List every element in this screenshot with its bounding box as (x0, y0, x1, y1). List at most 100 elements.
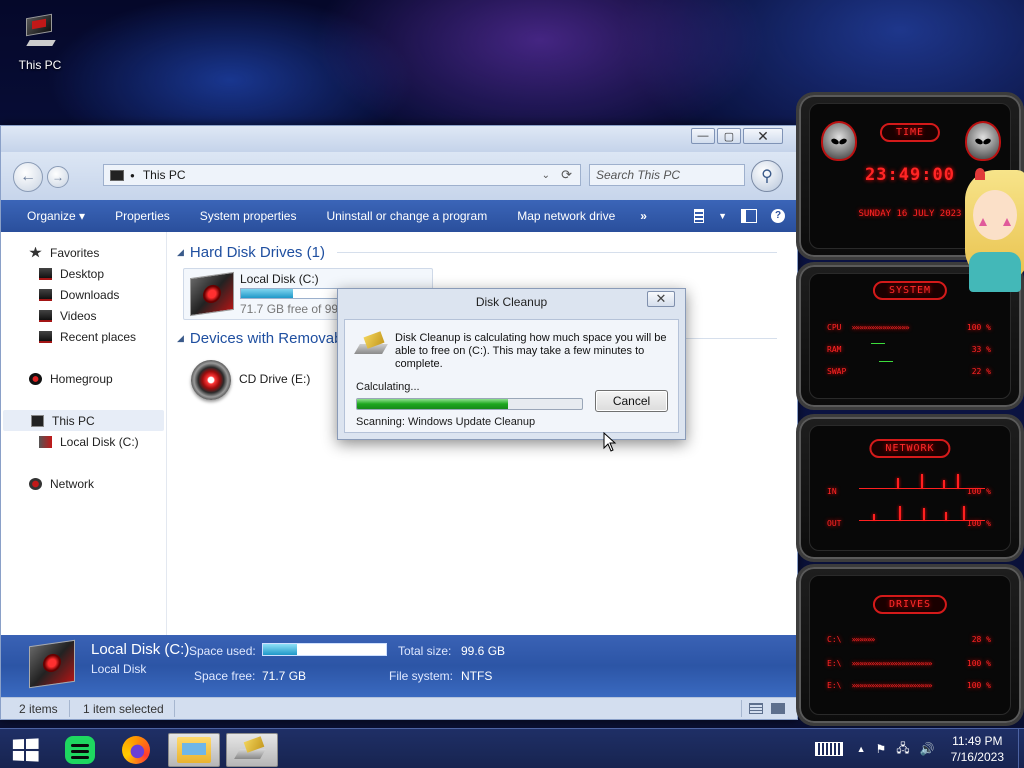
taskbar-file-explorer[interactable] (168, 733, 220, 767)
details-view-icon[interactable] (749, 703, 763, 714)
chevron-down-icon[interactable]: ⌄ (542, 170, 550, 181)
net-out-label: OUT (827, 519, 842, 528)
chevron-down-icon[interactable]: ▼ (718, 211, 727, 221)
cpu-bars: »»»»»»»»»»»»»»» (851, 323, 909, 332)
system-properties-button[interactable]: System properties (185, 209, 312, 223)
this-pc-desktop-icon[interactable]: This PC (14, 13, 66, 72)
nav-item-favorites[interactable]: Favorites (1, 242, 166, 263)
search-input[interactable]: Search This PC (589, 164, 745, 186)
downloads-folder-icon (39, 288, 52, 301)
drive-value: 100 % (966, 659, 991, 668)
show-desktop-button[interactable] (1018, 729, 1024, 768)
nav-item-desktop[interactable]: Desktop (1, 263, 166, 284)
net-in-graph (859, 474, 985, 489)
refresh-icon[interactable]: ⟳ (561, 167, 572, 183)
title-bar[interactable]: — ▢ ✕ (1, 126, 797, 152)
arrow-right-icon: → (52, 170, 64, 184)
more-commands-button[interactable]: » (630, 209, 657, 223)
back-button[interactable]: ← (13, 162, 43, 192)
properties-button[interactable]: Properties (100, 209, 185, 223)
homegroup-icon (29, 372, 42, 385)
breadcrumb-separator-icon: ● (130, 170, 135, 180)
nav-item-local-disk[interactable]: Local Disk (C:) (1, 431, 166, 452)
ram-value: 33 % (971, 345, 991, 354)
drive-value: 28 % (971, 635, 991, 644)
taskbar-disk-cleanup[interactable] (226, 733, 278, 767)
details-pane: Local Disk (C:) Local Disk Space used: S… (1, 635, 797, 697)
nav-label: Videos (60, 308, 97, 323)
taskbar-clock[interactable]: 11:49 PM 7/16/2023 (951, 733, 1004, 765)
net-out-graph (859, 506, 985, 521)
hard-drive-icon (39, 435, 52, 448)
nav-label: This PC (52, 413, 95, 428)
search-button[interactable]: ⚲ (751, 160, 783, 192)
taskbar: ▲ ⚑ 🖧 🔊 11:49 PM 7/16/2023 (0, 728, 1024, 768)
forward-button[interactable]: → (47, 166, 69, 188)
drive-value: 100 % (966, 681, 991, 690)
arrow-left-icon: ← (20, 168, 36, 185)
disk-cleanup-dialog: Disk Cleanup ✕ Disk Cleanup is calculati… (337, 288, 686, 440)
computer-icon (110, 169, 124, 181)
details-subtitle: Local Disk (91, 662, 147, 676)
nav-item-network[interactable]: Network (1, 473, 166, 494)
action-center-flag-icon[interactable]: ⚑ (876, 742, 887, 756)
start-button[interactable] (12, 738, 39, 762)
widget-title: NETWORK (869, 439, 951, 458)
status-bar: 2 items 1 item selected (1, 697, 797, 719)
network-widget: NETWORK IN 100 % OUT 100 % (796, 414, 1024, 562)
drive-label: E:\ (827, 659, 842, 668)
file-system-label: File system: (389, 669, 454, 683)
space-used-bar (262, 643, 387, 656)
maximize-button[interactable]: ▢ (717, 128, 741, 144)
close-button[interactable]: ✕ (743, 128, 783, 144)
nav-item-homegroup[interactable]: Homegroup (1, 368, 166, 389)
taskbar-firefox[interactable] (110, 733, 162, 767)
nav-label: Network (50, 476, 95, 491)
change-view-icon[interactable] (694, 209, 705, 223)
cartoon-character-sticker (965, 168, 1024, 300)
drive-name: Local Disk (C:) (240, 272, 319, 286)
nav-item-recent-places[interactable]: Recent places (1, 326, 166, 347)
command-bar: Organize ▾ Properties System properties … (1, 200, 797, 232)
desktop-folder-icon (39, 267, 52, 280)
spotify-icon (65, 736, 95, 764)
cpu-value: 100 % (966, 323, 991, 332)
drive-label: E:\ (827, 681, 842, 690)
drive-bars: »»»»»»»»»»»»»»»»»»»»» (851, 659, 932, 668)
dialog-close-button[interactable]: ✕ (647, 291, 675, 307)
taskbar-spotify[interactable] (54, 733, 106, 767)
preview-pane-icon[interactable] (741, 209, 757, 223)
minimize-button[interactable]: — (691, 128, 715, 144)
uninstall-program-button[interactable]: Uninstall or change a program (311, 209, 502, 223)
collapse-icon[interactable]: ◢ (177, 333, 184, 344)
nav-label: Downloads (60, 287, 120, 302)
file-system-value: NTFS (461, 669, 493, 683)
disk-cleanup-icon (354, 331, 388, 358)
nav-label: Recent places (60, 329, 137, 344)
address-row: ← → ● This PC ⌄ ⟳ Search This PC ⚲ (1, 152, 797, 200)
dialog-body: Disk Cleanup is calculating how much spa… (344, 319, 679, 433)
group-header-hard-disk[interactable]: ◢ Hard Disk Drives (1) (177, 240, 797, 264)
network-icon[interactable]: 🖧 (896, 739, 909, 760)
nav-label: Favorites (50, 245, 100, 260)
nav-item-this-pc[interactable]: This PC (3, 410, 164, 431)
nav-item-downloads[interactable]: Downloads (1, 284, 166, 305)
address-bar[interactable]: ● This PC ⌄ ⟳ (103, 164, 581, 186)
show-hidden-icons-icon[interactable]: ▲ (857, 744, 866, 754)
map-network-drive-button[interactable]: Map network drive (502, 209, 630, 223)
swap-value: 22 % (971, 367, 991, 376)
touch-keyboard-icon[interactable] (814, 742, 843, 756)
computer-icon (22, 13, 58, 54)
cancel-button[interactable]: Cancel (595, 390, 668, 412)
collapse-icon[interactable]: ◢ (177, 247, 184, 258)
alien-logo-icon (821, 121, 857, 161)
breadcrumb[interactable]: This PC (143, 168, 186, 182)
organize-button[interactable]: Organize ▾ (1, 209, 100, 223)
volume-icon[interactable]: 🔊 (920, 742, 935, 756)
widget-title: SYSTEM (872, 281, 948, 300)
search-icon: ⚲ (761, 168, 773, 185)
help-icon[interactable]: ? (771, 209, 785, 223)
nav-item-videos[interactable]: Videos (1, 305, 166, 326)
calculating-label: Calculating... (356, 381, 420, 393)
tiles-view-icon[interactable] (771, 703, 785, 714)
